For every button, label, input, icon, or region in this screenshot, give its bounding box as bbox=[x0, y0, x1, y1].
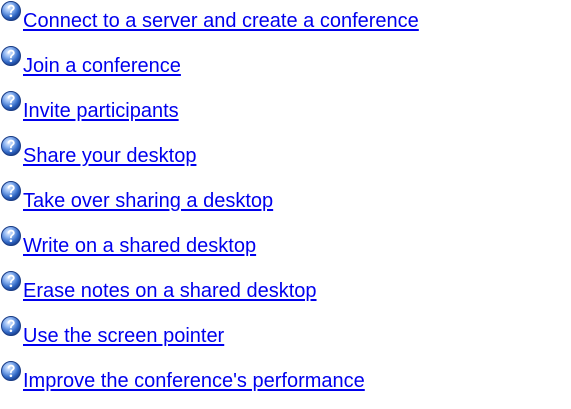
list-item: Write on a shared desktop bbox=[0, 225, 571, 270]
help-question-icon bbox=[0, 225, 22, 247]
topic-link-join-conference[interactable]: Join a conference bbox=[23, 54, 181, 78]
topic-link-connect-create-conference[interactable]: Connect to a server and create a confere… bbox=[23, 9, 419, 33]
topic-link-take-over-sharing[interactable]: Take over sharing a desktop bbox=[23, 189, 273, 213]
help-question-icon bbox=[0, 315, 22, 337]
topic-link-screen-pointer[interactable]: Use the screen pointer bbox=[23, 324, 224, 348]
list-item: Take over sharing a desktop bbox=[0, 180, 571, 225]
list-item: Invite participants bbox=[0, 90, 571, 135]
help-question-icon bbox=[0, 360, 22, 382]
help-question-icon bbox=[0, 0, 22, 22]
topic-link-erase-notes[interactable]: Erase notes on a shared desktop bbox=[23, 279, 317, 303]
list-item: Join a conference bbox=[0, 45, 571, 90]
help-question-icon bbox=[0, 45, 22, 67]
topic-link-write-on-desktop[interactable]: Write on a shared desktop bbox=[23, 234, 256, 258]
help-question-icon bbox=[0, 180, 22, 202]
help-question-icon bbox=[0, 270, 22, 292]
list-item: Use the screen pointer bbox=[0, 315, 571, 360]
list-item: Erase notes on a shared desktop bbox=[0, 270, 571, 315]
help-topic-list: Connect to a server and create a confere… bbox=[0, 0, 571, 405]
help-question-icon bbox=[0, 90, 22, 112]
topic-link-share-desktop[interactable]: Share your desktop bbox=[23, 144, 196, 168]
list-item: Connect to a server and create a confere… bbox=[0, 0, 571, 45]
help-question-icon bbox=[0, 135, 22, 157]
topic-link-invite-participants[interactable]: Invite participants bbox=[23, 99, 179, 123]
list-item: Improve the conference's performance bbox=[0, 360, 571, 405]
list-item: Share your desktop bbox=[0, 135, 571, 180]
topic-link-improve-performance[interactable]: Improve the conference's performance bbox=[23, 369, 365, 393]
